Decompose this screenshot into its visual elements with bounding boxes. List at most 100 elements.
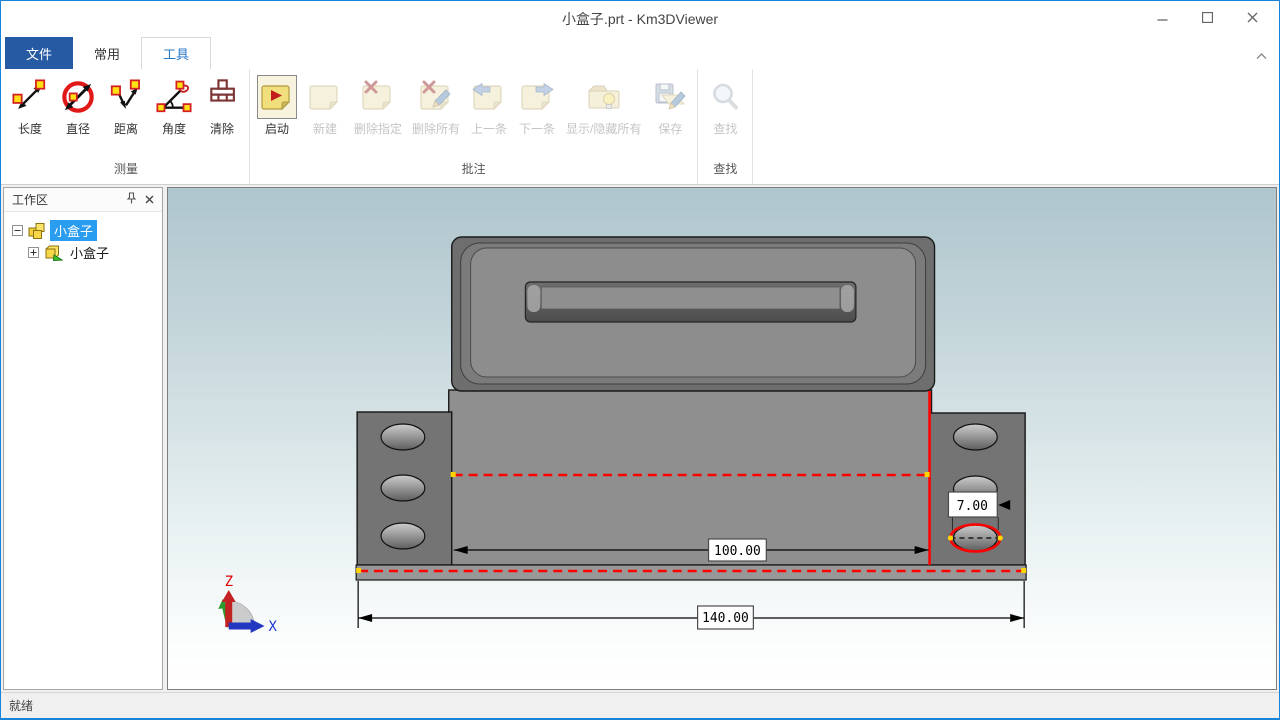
maximize-icon	[1202, 10, 1213, 28]
workspace-panel-header: 工作区	[4, 188, 162, 212]
find-button[interactable]: 查找	[701, 71, 749, 139]
model-lid	[452, 237, 935, 391]
status-bar: 就绪	[1, 692, 1279, 718]
new-annotation-icon	[306, 76, 344, 118]
minimize-icon	[1157, 10, 1168, 28]
close-icon	[1247, 10, 1258, 28]
workspace-panel: 工作区 小盒子小盒子	[3, 187, 163, 690]
axis-z-label: Z	[225, 574, 233, 590]
previous-icon	[470, 76, 508, 118]
pin-panel-button[interactable]	[122, 191, 140, 209]
app-window: 小盒子.prt - Km3DViewer 文件常用工具 长度直径距离 角度 清除测量…	[0, 0, 1280, 720]
chevron-up-icon	[1256, 47, 1267, 65]
button-label: 距离	[114, 120, 138, 137]
tab-tools[interactable]: 工具	[141, 37, 211, 69]
tab-file[interactable]: 文件	[5, 37, 73, 69]
diameter-icon	[59, 76, 97, 118]
collapse-toggle-icon[interactable]	[12, 225, 23, 236]
window-title: 小盒子.prt - Km3DViewer	[562, 9, 718, 29]
delete-specified-icon	[359, 76, 397, 118]
save-annotation-icon	[651, 76, 689, 118]
group-label: 查找	[701, 155, 749, 184]
viewport-3d[interactable]: 100.00 140.00	[167, 187, 1277, 690]
tree-item-label[interactable]: 小盒子	[50, 220, 97, 241]
diameter-button[interactable]: 直径	[54, 71, 102, 139]
tree-item[interactable]: 小盒子	[4, 241, 162, 263]
new-button[interactable]: 新建	[301, 71, 349, 139]
tab-common[interactable]: 常用	[73, 37, 141, 69]
button-label: 下一条	[519, 120, 555, 137]
button-label: 角度	[162, 120, 186, 137]
hole	[381, 475, 425, 501]
expand-toggle-icon[interactable]	[28, 247, 39, 258]
hole	[381, 523, 425, 549]
show-hide-all-button[interactable]: 显示/隐藏所有	[561, 71, 646, 139]
button-label: 新建	[313, 120, 337, 137]
angle-button[interactable]: 角度	[150, 71, 198, 139]
delete-all-button[interactable]: 删除所有	[407, 71, 465, 139]
dimension-value: 100.00	[714, 544, 761, 559]
ribbon-groups: 长度直径距离 角度 清除测量 启动 新建删除指定删除所有上一条下一条显示/隐藏所有保存批…	[3, 69, 753, 184]
show-hide-all-icon	[585, 76, 623, 118]
clear-icon	[203, 76, 241, 118]
part-icon	[43, 244, 63, 261]
close-panel-button[interactable]	[140, 191, 158, 209]
dimension-value: 140.00	[702, 611, 749, 626]
ribbon-tab-strip: 文件常用工具	[1, 37, 1279, 69]
arrowhead-right-icon	[1010, 614, 1024, 622]
button-label: 清除	[210, 120, 234, 137]
next-icon	[518, 76, 556, 118]
button-label: 删除指定	[354, 120, 402, 137]
length-icon	[11, 76, 49, 118]
find-icon	[706, 76, 744, 118]
group-label: 批注	[253, 155, 694, 184]
hole	[953, 424, 997, 450]
button-label: 启动	[265, 120, 289, 137]
save-button[interactable]: 保存	[646, 71, 694, 139]
start-annotation-icon	[258, 76, 296, 118]
button-label: 上一条	[471, 120, 507, 137]
ribbon-collapse-button[interactable]	[1253, 49, 1269, 63]
distance-icon	[107, 76, 145, 118]
button-label: 保存	[658, 120, 682, 137]
axis-triad: Z X	[218, 574, 277, 635]
model-base	[356, 565, 1026, 580]
maximize-button[interactable]	[1185, 1, 1230, 37]
dimension-base-width[interactable]: 140.00	[358, 581, 1024, 629]
group-label: 测量	[6, 155, 246, 184]
window-controls	[1140, 1, 1275, 37]
button-label: 查找	[713, 120, 737, 137]
flange-right	[930, 413, 1026, 565]
next-button[interactable]: 下一条	[513, 71, 561, 139]
model-body	[449, 390, 932, 565]
tree-item[interactable]: 小盒子	[4, 219, 162, 241]
close-icon	[145, 193, 154, 207]
tree-item-label[interactable]: 小盒子	[66, 242, 113, 263]
model-scene: 100.00 140.00	[168, 188, 1276, 689]
hole	[381, 424, 425, 450]
clear-button[interactable]: 清除	[198, 71, 246, 139]
arrowhead-left-icon	[358, 614, 372, 622]
ribbon-group-measure: 长度直径距离 角度 清除测量	[3, 69, 250, 184]
axis-x-label: X	[269, 619, 278, 635]
flange-left	[357, 412, 452, 565]
start-button[interactable]: 启动	[253, 71, 301, 139]
length-button[interactable]: 长度	[6, 71, 54, 139]
ribbon-group-annotation: 启动 新建删除指定删除所有上一条下一条显示/隐藏所有保存批注	[250, 69, 698, 184]
workspace-tree: 小盒子小盒子	[4, 212, 162, 689]
delete-specified-button[interactable]: 删除指定	[349, 71, 407, 139]
distance-button[interactable]: 距离	[102, 71, 150, 139]
angle-icon	[155, 76, 193, 118]
button-label: 显示/隐藏所有	[566, 120, 641, 137]
ribbon-group-find: 查找查找	[698, 69, 753, 184]
minimize-button[interactable]	[1140, 1, 1185, 37]
title-bar: 小盒子.prt - Km3DViewer	[1, 1, 1279, 37]
button-label: 删除所有	[412, 120, 460, 137]
status-text: 就绪	[9, 697, 33, 714]
workspace-panel-title: 工作区	[12, 191, 122, 208]
main-area: 工作区 小盒子小盒子	[1, 185, 1279, 692]
lid-slot	[525, 282, 856, 322]
button-label: 长度	[18, 120, 42, 137]
previous-button[interactable]: 上一条	[465, 71, 513, 139]
close-button[interactable]	[1230, 1, 1275, 37]
